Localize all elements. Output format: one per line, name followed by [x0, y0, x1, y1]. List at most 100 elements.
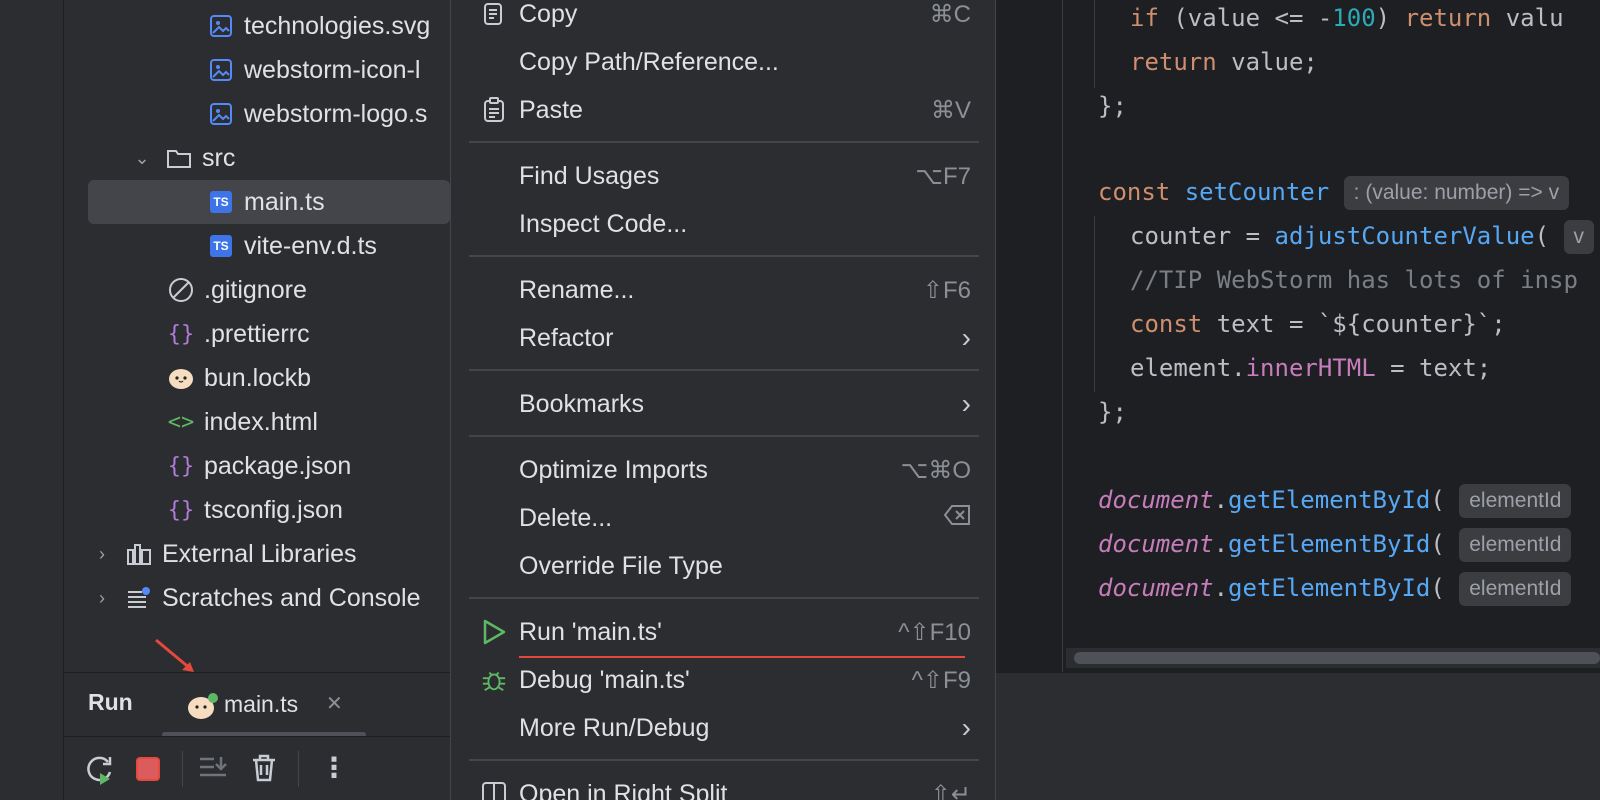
code-line: document.getElementById( elementId	[1098, 566, 1572, 610]
folder-icon	[166, 145, 192, 171]
typescript-file-icon: TS	[208, 189, 234, 215]
menu-item-debug[interactable]: Debug 'main.ts' ^⇧F9	[469, 656, 979, 704]
menu-separator	[469, 369, 979, 371]
braces-icon: {}	[167, 321, 195, 347]
menu-item-run[interactable]: Run 'main.ts' ^⇧F10	[469, 608, 979, 656]
tree-item-label: webstorm-icon-l	[244, 55, 421, 84]
tree-item-gitignore[interactable]: .gitignore	[168, 268, 307, 312]
run-tab-main-ts[interactable]: main.ts ✕	[162, 673, 366, 737]
chevron-right-icon: ›	[961, 322, 971, 353]
tree-item-label: .prettierrc	[204, 319, 310, 348]
tree-item-technologies-svg[interactable]: technologies.svg	[208, 4, 430, 48]
menu-item-delete[interactable]: Delete...	[469, 494, 979, 542]
run-icon	[481, 619, 507, 645]
inlay-hint: elementId	[1459, 572, 1572, 606]
menu-item-inspect-code[interactable]: Inspect Code...	[469, 200, 979, 248]
tree-item-label: tsconfig.json	[204, 495, 343, 524]
menu-item-paste[interactable]: Paste ⌘V	[469, 86, 979, 134]
menu-item-more-run-debug[interactable]: More Run/Debug ›	[469, 704, 979, 752]
scroll-to-end-icon[interactable]	[198, 755, 228, 783]
stop-icon[interactable]	[134, 755, 162, 783]
scratches-icon	[126, 585, 152, 611]
annotation-arrow-icon	[155, 638, 194, 672]
bun-icon	[188, 693, 218, 719]
tree-item-label: technologies.svg	[244, 11, 431, 40]
code-line: element.innerHTML = text;	[1130, 354, 1492, 382]
menu-item-copy[interactable]: Copy ⌘C	[469, 0, 979, 38]
code-line: document.getElementById( elementId	[1098, 478, 1572, 522]
braces-icon: {}	[167, 453, 195, 479]
code-line: if (value <= -100) return valu	[1130, 4, 1564, 32]
tree-item-main-ts[interactable]: TS main.ts	[88, 180, 450, 224]
menu-item-refactor[interactable]: Refactor ›	[469, 314, 979, 362]
debug-icon	[481, 667, 507, 693]
tree-item-label: index.html	[204, 407, 318, 436]
menu-item-optimize-imports[interactable]: Optimize Imports ⌥⌘O	[469, 446, 979, 494]
chevron-right-icon[interactable]: ›	[90, 544, 114, 565]
more-options-icon[interactable]: ⋮	[320, 751, 348, 784]
tree-item-label: src	[202, 143, 236, 172]
tree-item-label: webstorm-logo.s	[244, 99, 428, 128]
backspace-icon	[943, 504, 971, 533]
run-panel-title: Run	[88, 689, 133, 715]
code-line: counter = adjustCounterValue( v	[1130, 214, 1594, 258]
tree-item-vite-env[interactable]: TS vite-env.d.ts	[208, 224, 377, 268]
tree-item-webstorm-logo[interactable]: webstorm-logo.s	[208, 92, 427, 136]
split-icon	[481, 781, 507, 800]
context-menu: Copy ⌘C Copy Path/Reference... Paste ⌘V …	[450, 0, 996, 800]
run-tab-label: main.ts	[224, 691, 299, 717]
menu-item-open-right-split[interactable]: Open in Right Split ⇧↵	[469, 770, 979, 800]
menu-item-bookmarks[interactable]: Bookmarks ›	[469, 380, 979, 428]
run-toolbar: ⋮	[64, 736, 450, 800]
tree-item-webstorm-icon[interactable]: webstorm-icon-l	[208, 48, 420, 92]
code-line: };	[1098, 398, 1127, 426]
code-line: const text = `${counter}`;	[1130, 310, 1506, 338]
menu-separator	[469, 597, 979, 599]
code-editor[interactable]: if (value <= -100) return valu return va…	[1062, 0, 1600, 672]
tree-item-bun-lockb[interactable]: bun.lockb	[168, 356, 311, 400]
inlay-hint: v	[1563, 220, 1594, 254]
toolbar-separator	[298, 751, 299, 787]
tree-item-package-json[interactable]: {} package.json	[167, 444, 352, 488]
rerun-icon[interactable]	[84, 753, 116, 785]
menu-separator	[469, 759, 979, 761]
tree-item-external-libraries[interactable]: › External Libraries	[90, 532, 357, 576]
tree-item-label: package.json	[204, 451, 352, 480]
tree-item-label: Scratches and Console	[162, 583, 421, 612]
tree-item-prettierrc[interactable]: {} .prettierrc	[168, 312, 310, 356]
code-line: //TIP WebStorm has lots of insp	[1130, 266, 1578, 294]
menu-item-override-file-type[interactable]: Override File Type	[469, 542, 979, 590]
scrollbar-thumb[interactable]	[1074, 652, 1600, 664]
run-tool-window-header: Run main.ts ✕	[64, 672, 450, 737]
menu-item-rename[interactable]: Rename... ⇧F6	[469, 266, 979, 314]
menu-item-find-usages[interactable]: Find Usages ⌥F7	[469, 152, 979, 200]
run-tool-window-body	[982, 672, 1600, 800]
paste-icon	[481, 97, 507, 123]
trash-icon[interactable]	[250, 753, 278, 783]
chevron-right-icon[interactable]: ›	[90, 588, 114, 609]
chevron-right-icon: ›	[961, 712, 971, 743]
menu-separator	[469, 255, 979, 257]
braces-icon: {}	[167, 497, 195, 523]
menu-separator	[469, 435, 979, 437]
menu-item-copy-path[interactable]: Copy Path/Reference...	[469, 38, 979, 86]
image-file-icon	[208, 101, 234, 127]
close-icon[interactable]: ✕	[326, 691, 343, 716]
tree-item-tsconfig-json[interactable]: {} tsconfig.json	[168, 488, 343, 532]
toolbar-separator	[182, 751, 183, 787]
bun-icon	[168, 365, 194, 391]
tree-item-src[interactable]: ⌄ src	[130, 136, 235, 180]
inlay-hint: elementId	[1459, 484, 1572, 518]
copy-icon	[481, 1, 507, 27]
tree-item-scratches[interactable]: › Scratches and Console	[90, 576, 420, 620]
chevron-down-icon[interactable]: ⌄	[130, 148, 154, 169]
menu-separator	[469, 141, 979, 143]
horizontal-scrollbar[interactable]	[1066, 648, 1600, 668]
typescript-file-icon: TS	[208, 233, 234, 259]
tree-item-label: bun.lockb	[204, 363, 312, 392]
inlay-hint: : (value: number) => v	[1343, 176, 1570, 210]
tree-item-label: .gitignore	[204, 275, 307, 304]
image-file-icon	[208, 57, 234, 83]
image-file-icon	[208, 13, 234, 39]
tree-item-index-html[interactable]: <> index.html	[168, 400, 318, 444]
